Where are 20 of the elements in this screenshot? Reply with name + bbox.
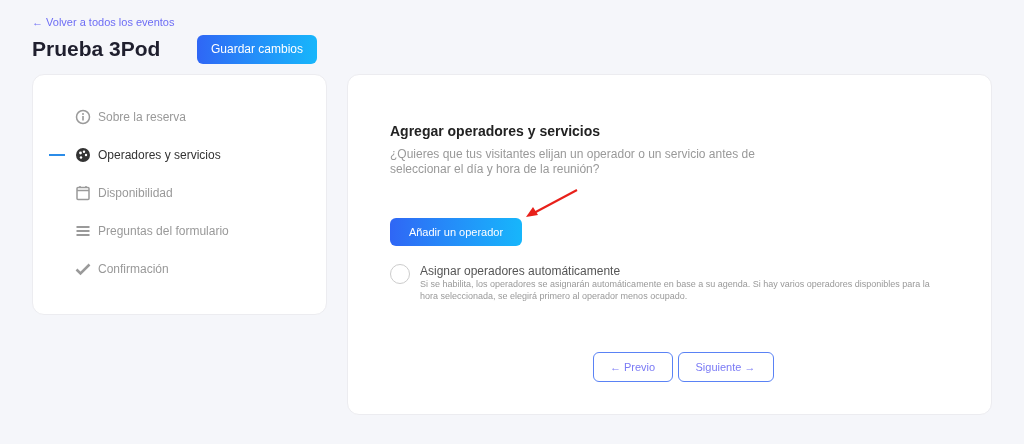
add-operator-button[interactable]: Añadir un operador [390,218,522,246]
info-icon [75,108,91,125]
previous-button[interactable]: ← Previo [592,352,673,382]
auto-assign-checkbox[interactable] [390,264,410,284]
page-title: Prueba 3Pod [32,36,162,63]
next-button[interactable]: Siguiente → [677,352,774,382]
step-item[interactable]: Operadores y servicios [98,145,221,164]
annotation-arrow [524,188,579,218]
save-button[interactable]: Guardar cambios [197,34,317,64]
auto-assign-help: Si se habilita, los operadores se asignarán automáticamente en base a su agenda. Si hay varios operadores disponibles para la hora seleccionada, se elegirá primero al operador menos ocupado. [420,278,931,302]
palette-icon [75,146,91,163]
step-item[interactable]: Preguntas del formulario [98,221,229,240]
step-item[interactable]: Disponibilidad [98,183,173,202]
step-item[interactable]: Sobre la reserva [98,107,187,126]
auto-assign-label: Asignar operadores automáticamente [420,264,622,278]
back-link[interactable]: ← Volver a todos los eventos [32,14,992,30]
section-heading: Agregar operadores y servicios [390,122,602,141]
step-item[interactable]: Confirmación [98,259,169,278]
calendar-icon [75,184,91,201]
section-description: ¿Quieres que tus visitantes elijan un operador o un servicio antes de seleccionar el día y hora de la reunión? [390,147,756,177]
